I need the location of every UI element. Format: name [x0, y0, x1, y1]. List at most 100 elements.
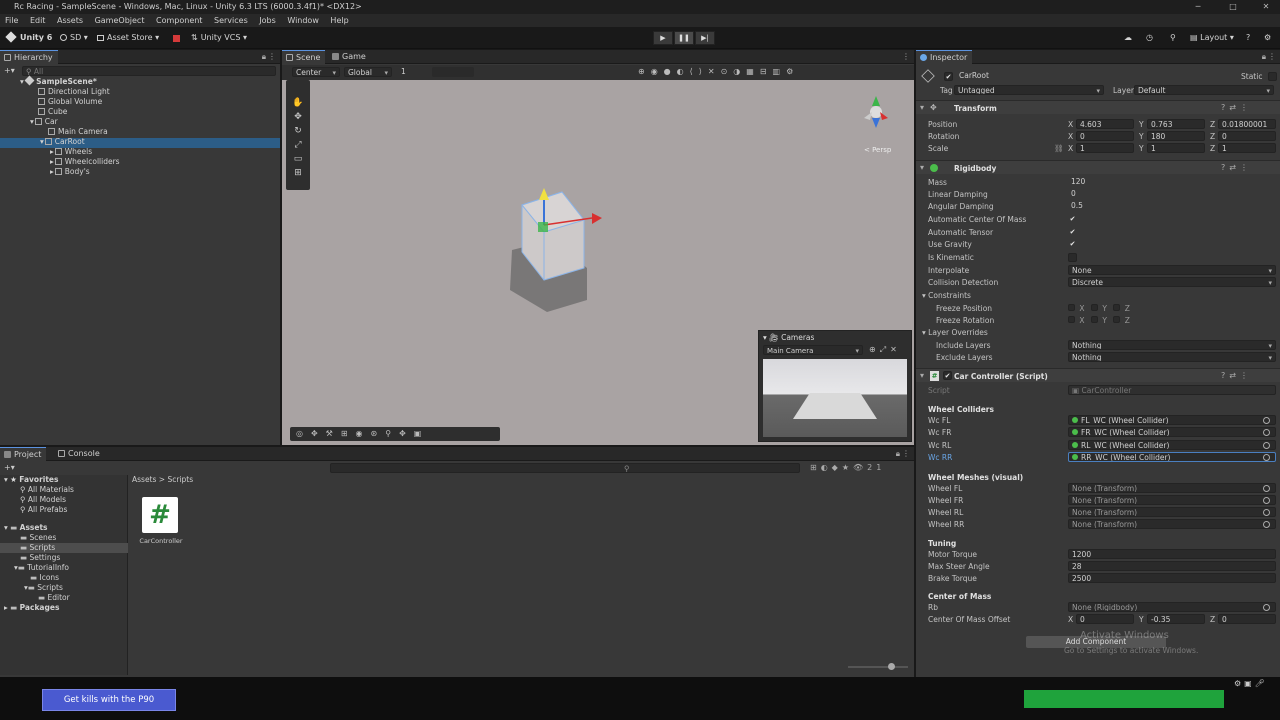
- wheel-rl-field[interactable]: None (Transform): [1068, 507, 1276, 517]
- tab-game[interactable]: Game: [328, 50, 371, 64]
- component-menu-icons[interactable]: ?⇄⋮: [1221, 163, 1252, 172]
- minimize-button[interactable]: ─: [1188, 0, 1208, 14]
- folder-item-selected[interactable]: ▬ Scripts: [20, 543, 55, 553]
- more-icon[interactable]: ⋮: [902, 449, 910, 458]
- menu-services[interactable]: Services: [214, 16, 248, 25]
- scene-bottom-overlay[interactable]: ◎✥⚒⊞◉⊛⚲✥▣: [290, 427, 500, 441]
- folder-item[interactable]: ▾▬ TutorialInfo: [14, 563, 69, 573]
- transform-header[interactable]: ▾ ✥ Transform ?⇄⋮: [916, 100, 1280, 114]
- menu-edit[interactable]: Edit: [30, 16, 46, 25]
- camera-dropdown[interactable]: Main Camera: [763, 345, 863, 355]
- vcs-button[interactable]: ⇅ Unity VCS ▾: [191, 32, 247, 44]
- position-x-field[interactable]: 4.603: [1076, 119, 1134, 129]
- view-gizmo[interactable]: [854, 90, 898, 140]
- more-icon[interactable]: ⋮: [902, 52, 910, 61]
- play-button[interactable]: ▶: [653, 31, 673, 45]
- object-picker-icon[interactable]: [1263, 604, 1270, 611]
- lock-icon[interactable]: 🔒︎: [262, 52, 266, 62]
- wc-rr-field[interactable]: RR_WC (Wheel Collider): [1068, 452, 1276, 462]
- pivot-dropdown[interactable]: Center: [292, 67, 340, 77]
- hierarchy-item-selected[interactable]: ▾ CarRoot: [40, 137, 85, 147]
- maximize-button[interactable]: □: [1223, 0, 1243, 14]
- menu-assets[interactable]: Assets: [57, 16, 83, 25]
- object-picker-icon[interactable]: [1263, 454, 1270, 461]
- hierarchy-search-input[interactable]: ⚲ All: [22, 66, 276, 76]
- settings-icon[interactable]: ⚙: [1264, 32, 1271, 44]
- linear-damping-field[interactable]: 0: [1068, 189, 1276, 199]
- favorite-item[interactable]: ⚲ All Materials: [20, 485, 74, 495]
- space-dropdown[interactable]: Global: [344, 67, 392, 77]
- com-offset-z-field[interactable]: 0: [1218, 614, 1276, 624]
- tray-icons[interactable]: ⚙▣🎤︎: [1234, 679, 1268, 688]
- tag-dropdown[interactable]: Untagged: [954, 85, 1104, 95]
- hierarchy-item[interactable]: Directional Light: [38, 87, 110, 97]
- ad-banner[interactable]: Get kills with the P90: [42, 689, 176, 711]
- favorites-header[interactable]: ▾ ★ Favorites: [4, 475, 58, 485]
- persp-label[interactable]: < Persp: [864, 146, 891, 154]
- layout-dropdown[interactable]: ▤ Layout ▾: [1190, 32, 1234, 44]
- tab-project[interactable]: Project: [0, 447, 47, 461]
- snap-toggles[interactable]: [432, 67, 474, 77]
- folder-item[interactable]: ▾▬ Scripts: [24, 583, 63, 593]
- object-name-field[interactable]: CarRoot: [956, 71, 1228, 81]
- breadcrumb-scripts[interactable]: Scripts: [167, 475, 193, 484]
- view-options-icons[interactable]: ⊕◉●◐⟨⟩✕⊙◑▦⊟▥⚙: [638, 67, 799, 76]
- zoom-slider[interactable]: [848, 663, 908, 670]
- use-gravity-checkbox[interactable]: ✔: [1068, 240, 1077, 249]
- packages-header[interactable]: ▸ ▬ Packages: [4, 603, 59, 613]
- user-dropdown[interactable]: SD ▾: [60, 32, 88, 44]
- transform-tool-icons[interactable]: ✋ ✥ ↻ ⤢ ▭ ⊞: [286, 80, 310, 180]
- project-search-input[interactable]: ⚲: [330, 463, 800, 473]
- history-icon[interactable]: ◷: [1146, 32, 1153, 44]
- create-button[interactable]: +▾: [4, 463, 15, 472]
- menu-file[interactable]: File: [5, 16, 18, 25]
- hierarchy-item[interactable]: ▸ Wheels: [50, 147, 92, 157]
- favorite-item[interactable]: ⚲ All Prefabs: [20, 505, 67, 515]
- hierarchy-item[interactable]: ▾ SampleScene*: [20, 75, 97, 87]
- rigidbody-header[interactable]: ▾ Rigidbody ?⇄⋮: [916, 160, 1280, 174]
- motor-torque-field[interactable]: 1200: [1068, 549, 1276, 559]
- search-icon[interactable]: ⚲: [1170, 32, 1176, 44]
- wc-fl-field[interactable]: FL_WC (Wheel Collider): [1068, 415, 1276, 425]
- favorite-item[interactable]: ⚲ All Models: [20, 495, 66, 505]
- active-checkbox[interactable]: ✔: [944, 72, 953, 81]
- folder-item[interactable]: ▬ Settings: [20, 553, 60, 563]
- object-picker-icon[interactable]: [1263, 497, 1270, 504]
- component-menu-icons[interactable]: ?⇄⋮: [1221, 371, 1252, 380]
- mass-field[interactable]: 120: [1068, 177, 1276, 187]
- component-menu-icons[interactable]: ?⇄⋮: [1221, 103, 1252, 112]
- wheel-rr-field[interactable]: None (Transform): [1068, 519, 1276, 529]
- freeze-rotation-toggles[interactable]: X Y Z: [1068, 316, 1132, 325]
- wheel-fr-field[interactable]: None (Transform): [1068, 495, 1276, 505]
- folder-item[interactable]: ▬ Scenes: [20, 533, 56, 543]
- menu-gameobject[interactable]: GameObject: [95, 16, 145, 25]
- script-file-name[interactable]: CarController: [136, 537, 186, 545]
- camera-options-icons[interactable]: ⊕⤢✕: [869, 345, 901, 355]
- layer-dropdown[interactable]: Default: [1134, 85, 1274, 95]
- pause-button[interactable]: ❚❚: [674, 31, 694, 45]
- rotation-y-field[interactable]: 180: [1147, 131, 1205, 141]
- script-file-icon[interactable]: #: [142, 497, 178, 533]
- object-picker-icon[interactable]: [1263, 509, 1270, 516]
- car-controller-header[interactable]: ▾ # ✔ Car Controller (Script) ?⇄⋮: [916, 368, 1280, 382]
- car-gizmo[interactable]: [492, 180, 622, 320]
- object-picker-icon[interactable]: [1263, 485, 1270, 492]
- angular-damping-field[interactable]: 0.5: [1068, 201, 1276, 211]
- static-checkbox[interactable]: [1268, 72, 1277, 81]
- object-picker-icon[interactable]: [1263, 417, 1270, 424]
- object-picker-icon[interactable]: [1263, 429, 1270, 436]
- account-button[interactable]: Unity 6: [5, 31, 52, 44]
- wheel-fl-field[interactable]: None (Transform): [1068, 483, 1276, 493]
- com-offset-y-field[interactable]: -0.35: [1147, 614, 1205, 624]
- folder-item[interactable]: ▬ Editor: [38, 593, 70, 603]
- scale-y-field[interactable]: 1: [1147, 143, 1205, 153]
- position-z-field[interactable]: 0.01800001: [1218, 119, 1276, 129]
- rotation-z-field[interactable]: 0: [1218, 131, 1276, 141]
- menu-window[interactable]: Window: [287, 16, 319, 25]
- hierarchy-item[interactable]: Global Volume: [38, 97, 102, 107]
- step-button[interactable]: ▶|: [695, 31, 715, 45]
- help-icon[interactable]: ?: [1246, 32, 1250, 44]
- tab-scene[interactable]: Scene: [282, 50, 326, 64]
- rotation-x-field[interactable]: 0: [1076, 131, 1134, 141]
- position-y-field[interactable]: 0.763: [1147, 119, 1205, 129]
